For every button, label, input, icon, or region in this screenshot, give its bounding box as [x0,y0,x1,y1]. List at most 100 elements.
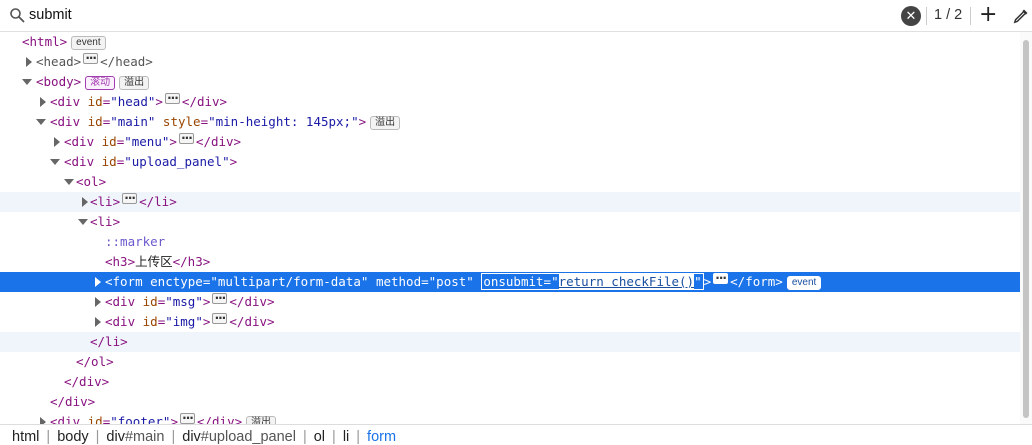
tree-row-div-upload-panel[interactable]: <div id="upload_panel"> [0,152,1020,172]
scrollbar-thumb[interactable] [1023,40,1029,418]
attr-name: id [87,114,103,129]
breadcrumb-separator: | [302,429,307,445]
overflow-badge[interactable]: 溢出 [119,76,150,90]
breadcrumb-div-upload-panel[interactable]: div#upload_panel [182,429,296,445]
tree-row-form-selected[interactable]: <form enctype="multipart/form-data" meth… [0,268,1020,292]
attr-value: "footer" [110,414,171,424]
tree-row-div-msg[interactable]: <div id="msg"></div> [0,288,1020,312]
tree-row-div-menu[interactable]: <div id="menu"></div> [0,128,1020,152]
attr-name: id [142,294,158,309]
tree-row-div-img[interactable]: <div id="img"></div> [0,308,1020,332]
tag-div-close: </div> [229,314,275,329]
ellipsis-icon[interactable] [212,308,228,328]
breadcrumb-html[interactable]: html [12,429,39,445]
ellipsis-icon[interactable] [212,288,228,308]
event-badge[interactable]: event [786,276,822,290]
tag-li-close: </li> [90,334,128,349]
tree-row-head[interactable]: <head> </head> [0,48,1020,72]
scroll-badge[interactable]: 滚动 [85,76,116,90]
tree-row-ol[interactable]: <ol> [0,172,1020,192]
breadcrumb-tag: div [106,429,125,445]
attr-name: enctype [150,274,203,289]
match-count: 1 / 2 [934,7,963,23]
tree-row-h3[interactable]: <h3>上传区</h3> [0,252,1020,272]
add-rule-icon[interactable]: + [979,3,997,27]
attr-value: "menu" [124,134,170,149]
tree-row-div-close[interactable]: </div> [0,392,1020,412]
tree-row-li-2[interactable]: <li> [0,212,1020,232]
vertical-scrollbar[interactable] [1020,32,1032,424]
attr-value: "multipart/form-data" [210,274,369,289]
expand-triangle-icon[interactable] [93,312,103,332]
expand-triangle-icon[interactable] [38,92,48,112]
collapse-triangle-icon[interactable] [36,112,46,132]
tag-div: <div [64,154,102,169]
breadcrumb-form[interactable]: form [367,429,396,445]
breadcrumb: html | body | div#main | div#upload_panel | ol | l… [0,424,1032,445]
ellipsis-icon[interactable] [178,128,194,148]
tag-h3: <h3> [105,254,136,269]
tree-row-div-close[interactable]: </div> [0,372,1020,392]
overflow-badge[interactable]: 溢出 [370,116,401,130]
collapse-triangle-icon[interactable] [50,152,60,172]
collapse-triangle-icon[interactable] [78,212,88,232]
tree-row-li-1[interactable]: <li> </li> [0,188,1020,212]
ellipsis-icon[interactable] [83,48,99,68]
expand-triangle-icon[interactable] [52,132,62,152]
collapse-triangle-icon[interactable] [22,72,32,92]
tree-row-html[interactable]: <html> event [0,32,1020,52]
ellipsis-icon[interactable] [713,268,729,288]
element-picker-icon[interactable] [1011,6,1031,26]
overflow-badge[interactable]: 溢出 [246,416,277,424]
tree-row-div-head[interactable]: <div id="head"></div> [0,88,1020,112]
tag-li: <li> [90,194,121,209]
tree-row-body[interactable]: <body> 滚动 溢出 [0,72,1020,92]
breadcrumb-div-main[interactable]: div#main [106,429,164,445]
tree-row-li-close[interactable]: </li> [0,332,1020,352]
tag-head: <head> [36,54,82,69]
tag-div: <div [50,114,88,129]
ellipsis-icon[interactable] [122,188,138,208]
search-input[interactable]: submit [29,7,72,23]
breadcrumb-ol[interactable]: ol [314,429,325,445]
expand-triangle-icon[interactable] [24,52,34,72]
tree-row-div-footer[interactable]: <div id="footer"></div>溢出 [0,408,1020,424]
breadcrumb-separator: | [356,429,361,445]
clear-search-icon[interactable]: ✕ [901,6,921,26]
expand-triangle-icon[interactable] [93,272,103,292]
tag-form-close: </form> [730,274,783,289]
tree-row-ol-close[interactable]: </ol> [0,352,1020,372]
breadcrumb-body[interactable]: body [57,429,88,445]
attr-value: "main" [110,114,156,129]
attr-name: id [101,154,117,169]
expand-triangle-icon[interactable] [80,192,90,212]
tree-row-marker[interactable]: ::marker [0,232,1020,252]
breadcrumb-id: #main [124,429,165,445]
search-bar: submit ✕ 1 / 2 + [0,0,1032,32]
attr-name: method [375,274,422,289]
breadcrumb-id: #upload_panel [200,429,296,445]
tag-div-close: </div> [195,134,242,149]
pseudo-element: ::marker [105,234,166,249]
tree-row-div-main[interactable]: <div id="main" style="min-height: 145px;… [0,112,1020,132]
breadcrumb-separator: | [171,429,176,445]
attr-value: "upload_panel" [124,154,230,169]
tag-h3-close: </h3> [172,254,211,269]
ellipsis-icon[interactable] [164,88,180,108]
breadcrumb-li[interactable]: li [343,429,349,445]
expand-triangle-icon[interactable] [93,292,103,312]
tag-html: <html> [22,34,68,49]
tag-div: <div [64,134,102,149]
divider [926,7,927,25]
search-match-highlight: onsubmit="return checkFile()" [481,273,704,290]
expand-triangle-icon[interactable] [38,412,48,424]
tag-li-close: </li> [139,194,177,209]
breadcrumb-separator: | [95,429,100,445]
tag-div-close: </div> [64,374,110,389]
tag-div-close: </div> [50,394,96,409]
ellipsis-icon[interactable] [179,408,195,424]
collapse-triangle-icon[interactable] [64,172,74,192]
divider [970,7,971,25]
attr-value: "head" [110,94,156,109]
tag-div-close: </div> [181,94,228,109]
